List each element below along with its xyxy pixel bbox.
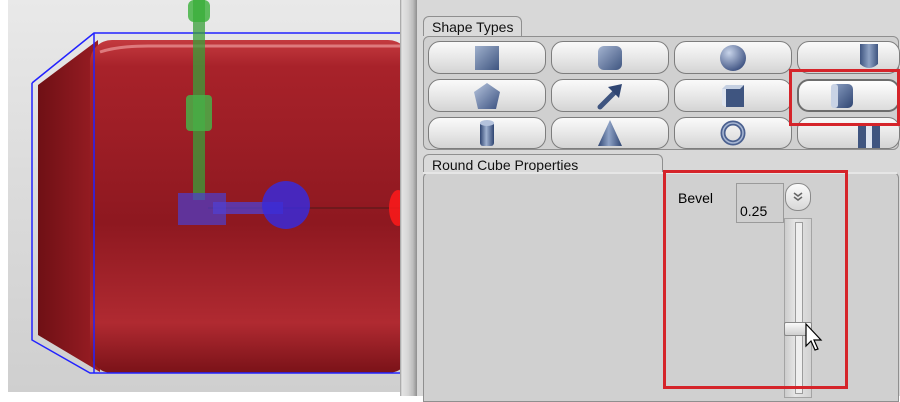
shape-button-cylinder[interactable] [428,117,546,149]
3d-viewport[interactable] [8,0,400,392]
viewport-scene [31,0,400,374]
shape-button-chamfer-cube[interactable] [674,79,792,112]
round-cube-properties-title: Round Cube Properties [423,154,663,174]
pentagon-prism-icon [474,82,500,109]
cylinder-partial-icon [859,43,878,68]
selected-shape-highlight [789,69,900,126]
shape-button-torus[interactable] [674,117,792,149]
shape-button-cone[interactable] [551,117,669,149]
sphere-icon [720,44,746,71]
cylinder-icon [480,120,494,146]
shape-button-arrow[interactable] [551,79,669,112]
panel-splitter[interactable] [400,0,417,396]
shape-button-pentagon-prism[interactable] [428,79,546,112]
cone-icon [598,120,622,146]
arrow-icon [597,83,622,109]
cube-icon [475,45,499,70]
bevel-control-highlight [663,170,848,389]
shape-button-sphere[interactable] [674,41,792,74]
shape-button-cube[interactable] [428,41,546,74]
chamfer-cube-icon [722,84,744,107]
torus-icon [720,120,746,146]
rounded-cube-icon [598,45,622,70]
shape-button-rounded-cube[interactable] [551,41,669,74]
shape-types-title: Shape Types [423,16,523,36]
